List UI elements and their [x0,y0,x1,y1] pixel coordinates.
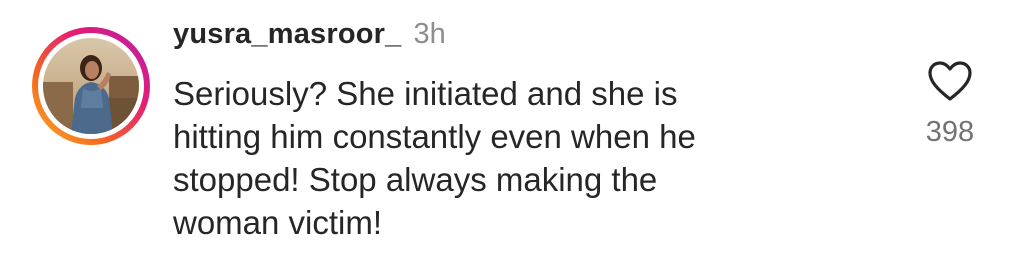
comment-item: yusra_masroor_ 3h Seriously? She initiat… [0,0,1024,260]
like-block: 398 [912,60,988,149]
comment-header: yusra_masroor_ 3h [173,18,873,62]
username-link[interactable]: yusra_masroor_ [173,18,402,51]
comment-text: Seriously? She initiated and she is hitt… [173,75,696,241]
heart-outline-icon[interactable] [927,60,973,102]
avatar[interactable] [43,38,139,134]
avatar-gap [38,33,144,139]
timestamp: 3h [413,18,446,50]
story-ring[interactable] [32,27,150,145]
comment-body: yusra_masroor_ 3h Seriously? She initiat… [173,18,873,244]
like-count: 398 [925,116,975,148]
avatar-image [43,38,139,134]
